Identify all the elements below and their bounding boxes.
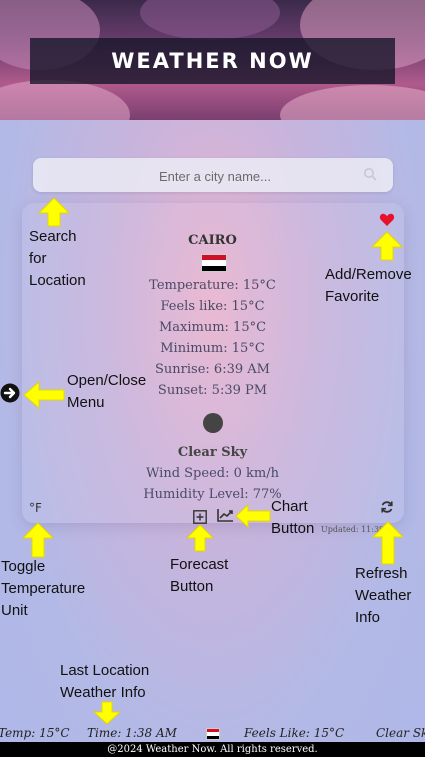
search-icon[interactable]	[363, 167, 377, 181]
cloud-decoration	[0, 80, 130, 120]
annotation-search: Search for Location	[29, 228, 86, 289]
arrow-left-icon	[235, 503, 271, 529]
ticker-time: Time: 1:38 AM	[87, 726, 177, 740]
heart-icon[interactable]	[379, 213, 395, 227]
forecast-button[interactable]	[193, 510, 207, 524]
unit-toggle-button[interactable]: °F	[29, 501, 42, 515]
annotation-last-location: Last Location Weather Info	[60, 662, 150, 701]
egypt-flag-icon	[206, 728, 220, 740]
arrow-left-icon	[23, 380, 65, 410]
refresh-icon[interactable]	[380, 500, 394, 514]
weather-description: Clear Sky	[177, 445, 248, 460]
ticker-feels-like: Feels Like: 15°C	[244, 726, 345, 740]
cloud-decoration	[140, 0, 280, 40]
wind-speed-value: Wind Speed: 0 km/h	[146, 466, 279, 481]
search-bar[interactable]	[33, 158, 397, 194]
egypt-flag-icon	[201, 254, 227, 272]
clear-sky-icon	[203, 413, 223, 433]
footer: @2024 Weather Now. All rights reserved.	[0, 742, 425, 757]
footer-text: @2024 Weather Now. All rights reserved.	[107, 744, 318, 755]
annotation-toggle: Toggle Temperature Unit	[1, 558, 86, 619]
ticker-temp: Temp: 15°C	[0, 726, 70, 740]
arrow-up-icon	[37, 197, 71, 227]
ticker-sky: Clear Sky	[376, 726, 425, 740]
cloud-decoration	[280, 85, 425, 120]
arrow-up-icon	[370, 231, 404, 261]
chart-button[interactable]	[217, 508, 234, 522]
maximum-value: Maximum: 15°C	[158, 320, 267, 335]
sunrise-value: Sunrise: 6:39 AM	[155, 362, 270, 377]
annotation-menu: Open/Close Menu	[67, 372, 147, 411]
arrow-up-icon	[21, 522, 55, 558]
annotation-forecast: Forecast Button	[170, 556, 229, 595]
annotation-favorite: Add/Remove Favorite	[325, 266, 412, 305]
last-location-ticker: Temp: 15°C Time: 1:38 AM Feels Like: 15°…	[0, 726, 425, 742]
humidity-value: Humidity Level: 77%	[143, 487, 282, 502]
header-banner: WEATHER NOW	[0, 0, 425, 120]
arrow-up-icon	[371, 521, 405, 565]
arrow-up-icon	[185, 524, 215, 552]
minimum-value: Minimum: 15°C	[160, 341, 265, 356]
search-input[interactable]	[33, 158, 397, 194]
app-title: WEATHER NOW	[111, 49, 314, 73]
annotation-chart: Chart Button	[271, 498, 315, 537]
menu-toggle-button[interactable]	[0, 383, 20, 403]
title-band: WEATHER NOW	[30, 38, 395, 84]
annotation-refresh: Refresh Weather Info	[355, 565, 412, 626]
